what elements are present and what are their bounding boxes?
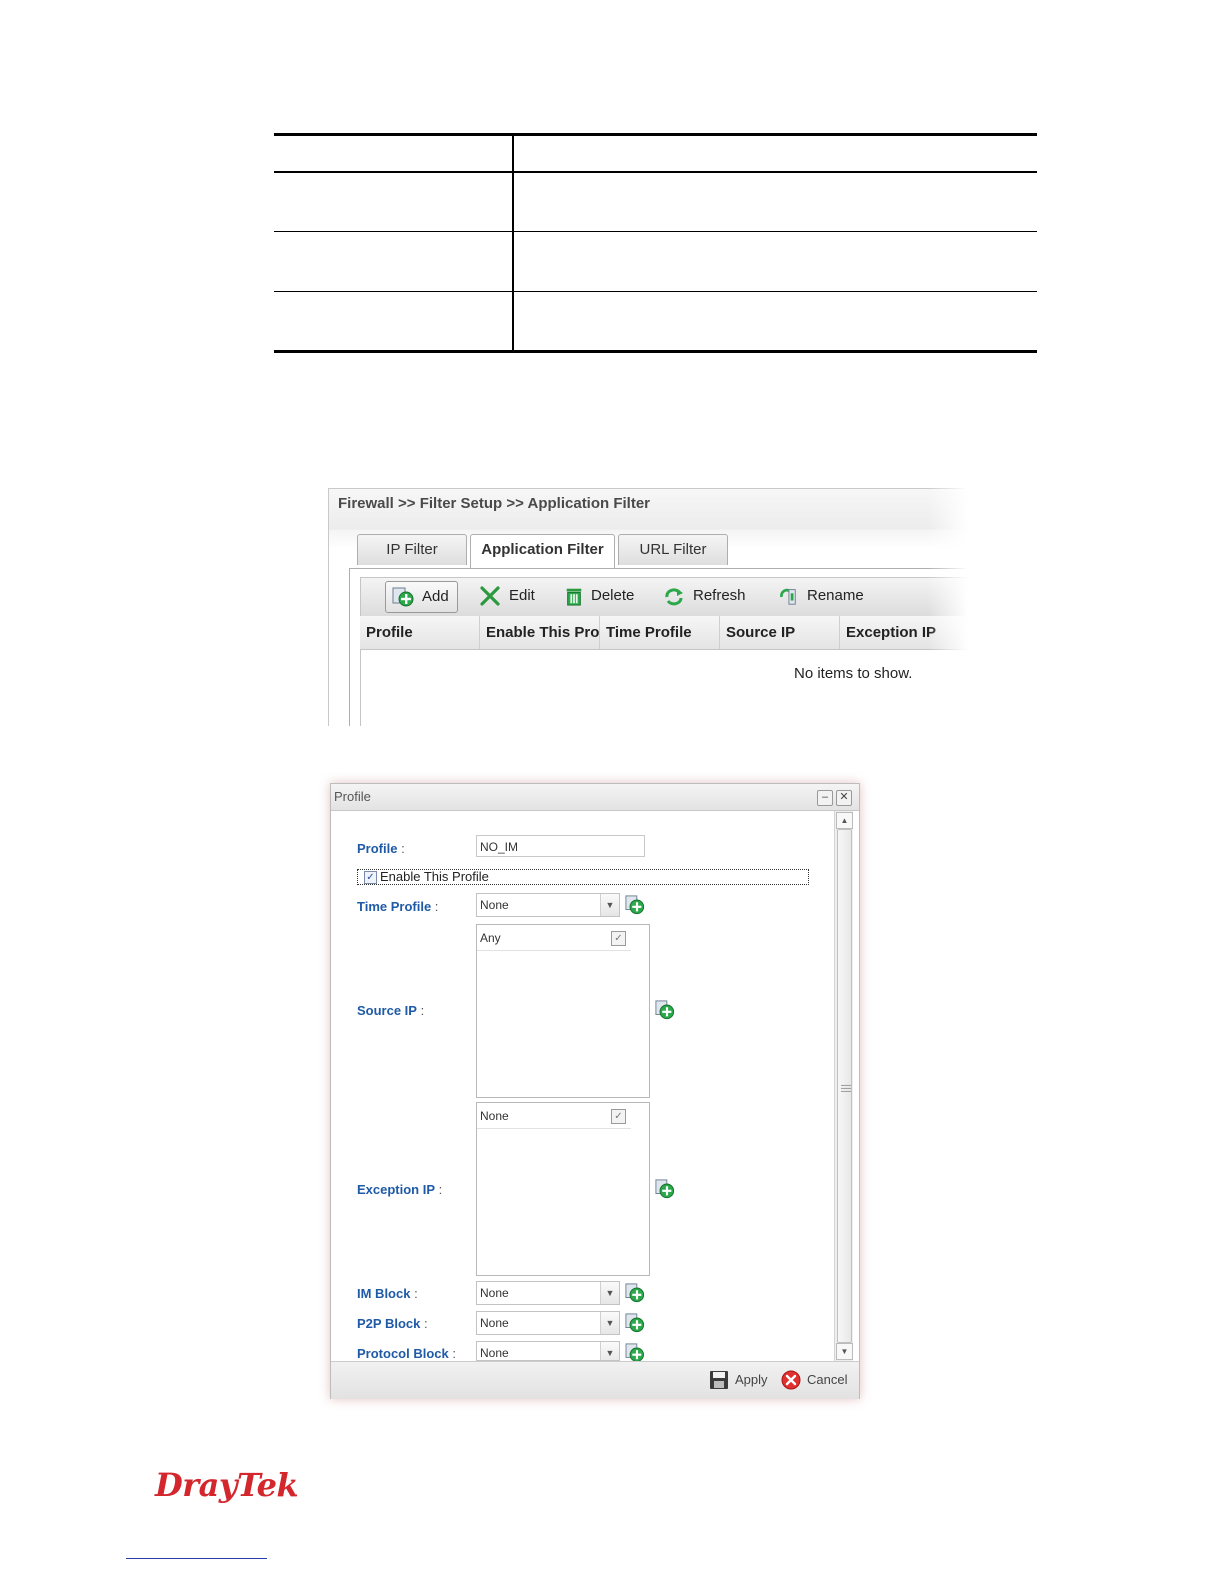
source-ip-list[interactable]: Any ✓ [476, 924, 650, 1098]
edit-label: Edit [509, 587, 535, 604]
save-icon [710, 1371, 728, 1389]
cancel-label: Cancel [807, 1372, 848, 1387]
add-source-ip-icon[interactable] [655, 1000, 675, 1020]
add-p2p-block-icon[interactable] [625, 1313, 645, 1333]
toolbar: Add Edit Delete Refresh Rename [360, 577, 968, 617]
protocol-block-value: None [480, 1346, 509, 1360]
checkbox-icon[interactable]: ✓ [611, 931, 626, 946]
tab-application-filter[interactable]: Application Filter [470, 534, 615, 569]
chevron-down-icon[interactable]: ▼ [600, 1342, 619, 1360]
exception-ip-list[interactable]: None ✓ [476, 1102, 650, 1276]
delete-button[interactable]: Delete [563, 581, 634, 611]
edit-icon [480, 586, 500, 606]
refresh-label: Refresh [693, 587, 746, 604]
add-icon [392, 587, 414, 607]
enable-profile-checkbox[interactable]: ✓ [364, 871, 377, 884]
time-profile-label: Time Profile : [357, 899, 439, 914]
source-ip-label: Source IP : [357, 1003, 425, 1018]
table-row-rule [274, 231, 1037, 232]
table-bottom-rule [274, 350, 1037, 353]
refresh-button[interactable]: Refresh [663, 581, 746, 611]
list-item[interactable]: None ✓ [477, 1103, 631, 1129]
table-row-rule [274, 291, 1037, 292]
chevron-down-icon[interactable]: ▼ [600, 894, 619, 916]
dialog-footer: Apply Cancel [331, 1361, 859, 1399]
apply-button[interactable]: Apply [709, 1370, 768, 1390]
minimize-icon[interactable]: – [817, 790, 833, 806]
im-block-select[interactable]: None ▼ [476, 1281, 620, 1305]
protocol-block-select[interactable]: None ▼ [476, 1341, 620, 1361]
time-profile-value: None [480, 898, 509, 912]
profile-label: Profile : [357, 841, 405, 856]
close-icon[interactable]: ✕ [836, 790, 852, 806]
table-top-rule [274, 133, 1037, 136]
protocol-block-label: Protocol Block : [357, 1346, 456, 1361]
list-item[interactable]: Any ✓ [477, 925, 631, 951]
column-enable[interactable]: Enable This Pro [480, 616, 600, 649]
chevron-down-icon[interactable]: ▼ [600, 1282, 619, 1304]
breadcrumb: Firewall >> Filter Setup >> Application … [338, 495, 651, 512]
add-protocol-block-icon[interactable] [625, 1343, 645, 1361]
p2p-block-select[interactable]: None ▼ [476, 1311, 620, 1335]
im-block-value: None [480, 1286, 509, 1300]
column-time-profile[interactable]: Time Profile [600, 616, 720, 649]
dialog-title: Profile [334, 789, 371, 804]
column-source-ip[interactable]: Source IP [720, 616, 840, 649]
checkbox-icon[interactable]: ✓ [611, 1109, 626, 1124]
dialog-scrollbar[interactable]: ▲ — — — ▼ [834, 811, 853, 1361]
add-exception-ip-icon[interactable] [655, 1179, 675, 1199]
edit-button[interactable]: Edit [479, 581, 535, 611]
grip-icon: — — — [841, 1080, 851, 1097]
cancel-button[interactable]: Cancel [781, 1370, 847, 1390]
scroll-thumb[interactable]: — — — [837, 829, 852, 1343]
refresh-icon [665, 588, 683, 606]
table-column-divider [512, 133, 514, 353]
p2p-block-label: P2P Block : [357, 1316, 428, 1331]
delete-label: Delete [591, 587, 635, 604]
profile-dialog: Profile – ✕ ▲ — — — ▼ Profile : NO_IM ✓ En… [330, 783, 860, 1399]
scroll-down-icon[interactable]: ▼ [836, 1343, 853, 1360]
im-block-label: IM Block : [357, 1286, 418, 1301]
application-filter-page: Firewall >> Filter Setup >> Application … [328, 488, 968, 726]
rename-button[interactable]: Rename [777, 581, 864, 611]
application-filter-screenshot: Firewall >> Filter Setup >> Application … [328, 488, 968, 726]
draytek-logo: DrayTek [155, 1466, 299, 1504]
grid-header: Profile Enable This Pro Time Profile Sou… [360, 616, 968, 650]
tab-panel: Add Edit Delete Refresh Rename Profile E… [349, 568, 968, 726]
apply-label: Apply [735, 1372, 768, 1387]
tab-ip-filter[interactable]: IP Filter [357, 534, 467, 565]
rename-label: Rename [807, 587, 864, 604]
tab-url-filter[interactable]: URL Filter [618, 534, 728, 565]
rename-icon [780, 588, 796, 605]
empty-message: No items to show. [794, 665, 913, 682]
add-time-profile-icon[interactable] [625, 895, 645, 915]
footer-rule [126, 1558, 267, 1559]
column-profile[interactable]: Profile [360, 616, 480, 649]
enable-profile-row[interactable]: ✓ Enable This Profile [357, 869, 809, 885]
add-button[interactable]: Add [385, 581, 458, 613]
enable-profile-label: Enable This Profile [380, 869, 489, 884]
exception-ip-label: Exception IP : [357, 1182, 443, 1197]
chevron-down-icon[interactable]: ▼ [600, 1312, 619, 1334]
scroll-up-icon[interactable]: ▲ [836, 812, 853, 829]
grid-border [360, 649, 361, 726]
add-label: Add [422, 588, 449, 605]
document-table [274, 133, 1037, 353]
profile-name-input[interactable]: NO_IM [476, 835, 645, 857]
time-profile-select[interactable]: None ▼ [476, 893, 620, 917]
cancel-icon [781, 1370, 801, 1390]
add-im-block-icon[interactable] [625, 1283, 645, 1303]
trash-icon [566, 588, 582, 606]
dialog-title-bar: Profile – ✕ [331, 784, 859, 811]
p2p-block-value: None [480, 1316, 509, 1330]
table-header-rule [274, 171, 1037, 173]
edge-fade [928, 488, 968, 726]
